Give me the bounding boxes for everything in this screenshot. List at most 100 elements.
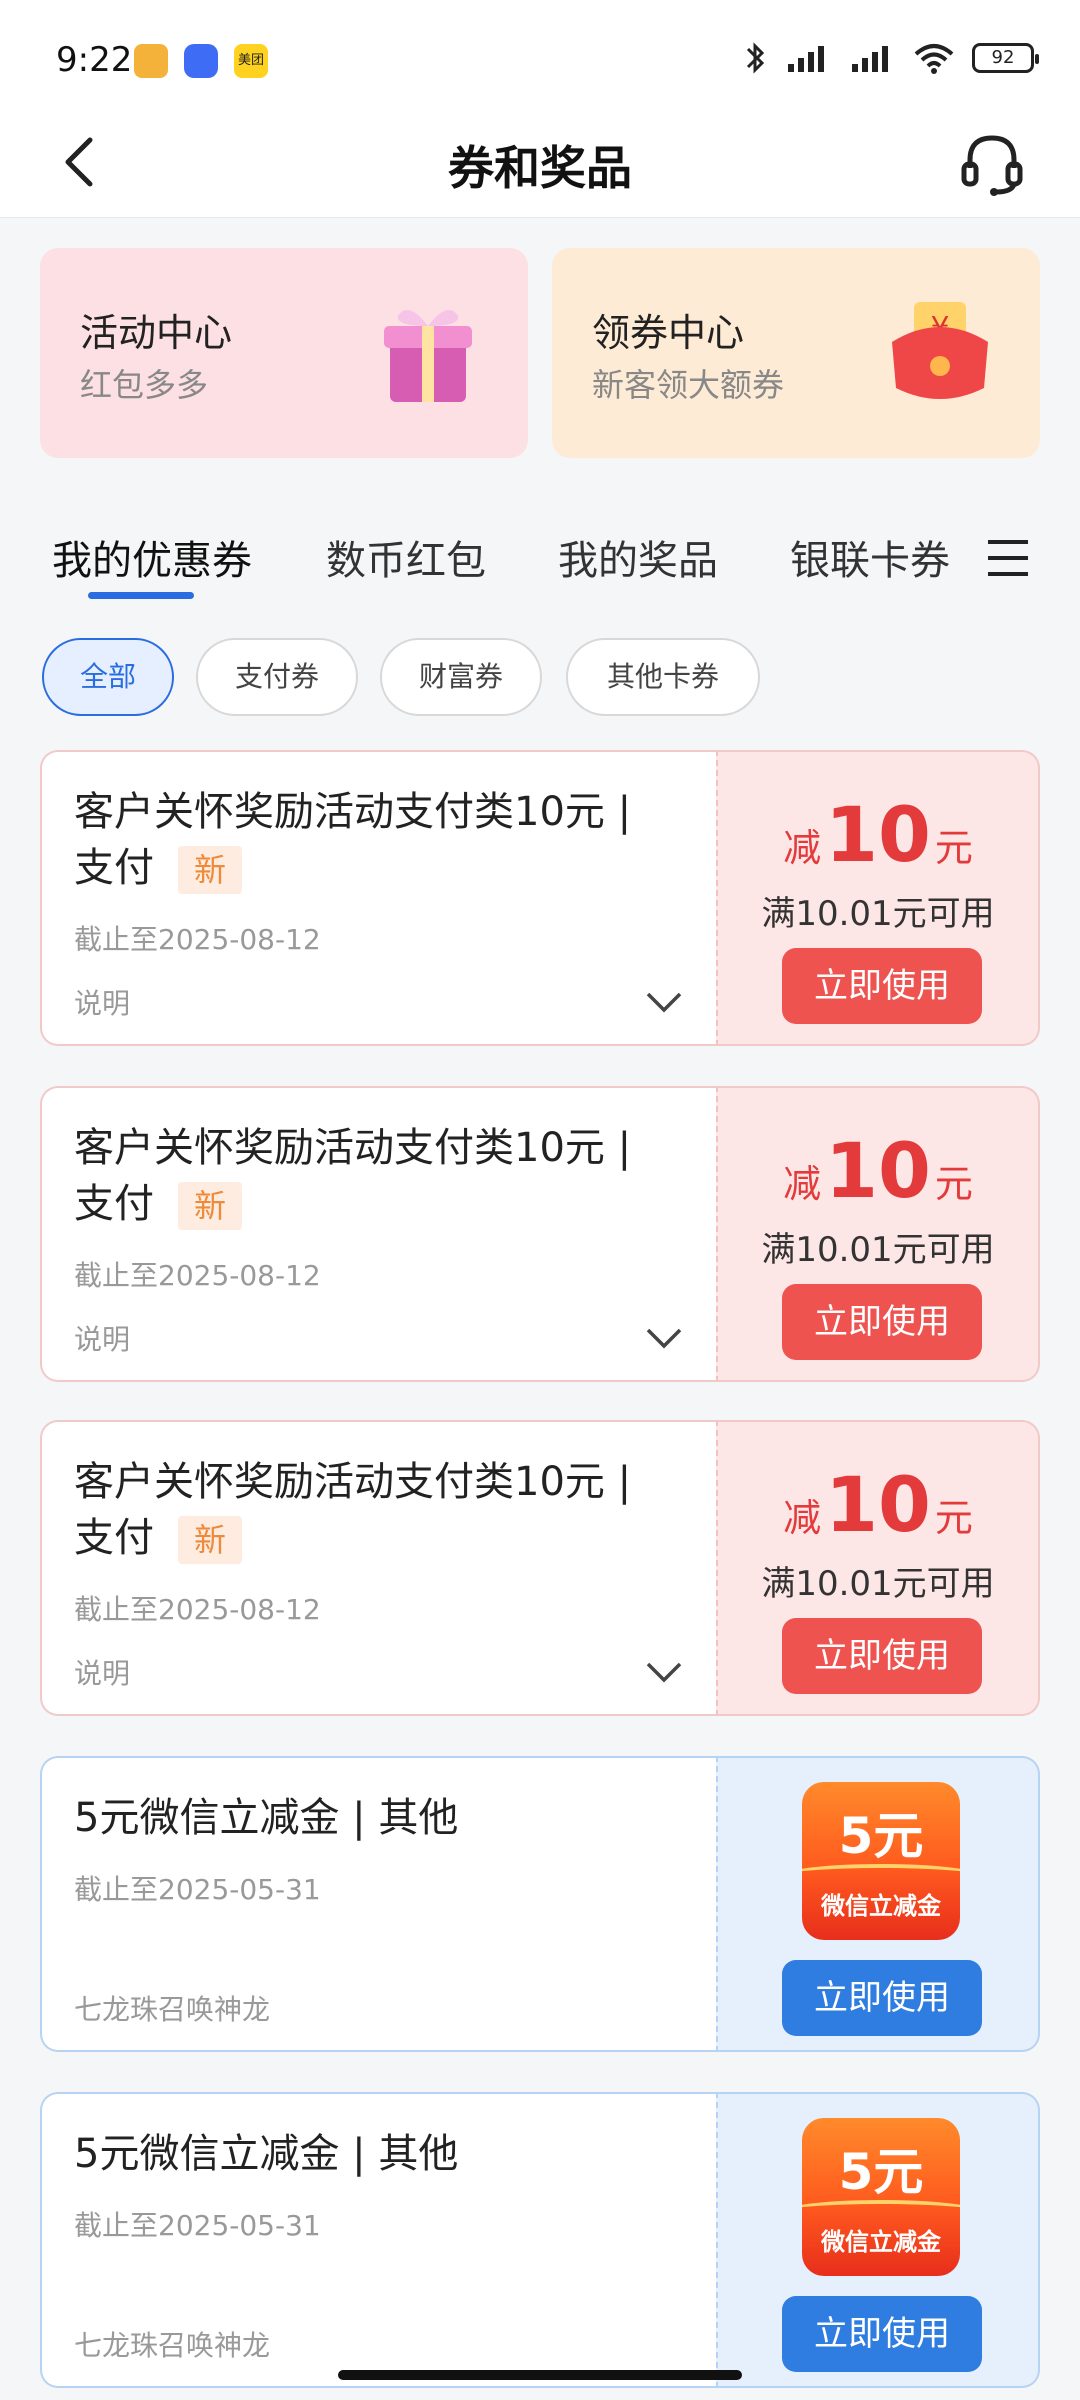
- coupon-card: 5元微信立减金 | 其他 截止至2025-05-31 七龙珠召唤神龙 5元 微信…: [40, 2092, 1040, 2388]
- meituan-app-icon: 美团: [234, 44, 268, 78]
- menu-icon[interactable]: [980, 530, 1036, 586]
- amount-prefix: 减: [783, 1162, 822, 1206]
- bluetooth-icon: [746, 42, 765, 74]
- coupon-amount: 减10 元: [718, 1460, 1038, 1549]
- chat-app-icon: [184, 44, 218, 78]
- wechat-discount-badge: 5元 微信立减金: [802, 2118, 960, 2276]
- use-now-button[interactable]: 立即使用: [782, 1284, 982, 1360]
- coupon-value-panel: 减10 元 满10.01元可用 立即使用: [716, 750, 1040, 1046]
- gift-box-icon: [384, 309, 472, 402]
- signal-icon: [788, 46, 824, 72]
- coupon-center-card[interactable]: 领券中心 新客领大额券 ¥: [552, 248, 1040, 458]
- coupon-description-toggle[interactable]: 说明: [74, 982, 130, 1022]
- use-now-button[interactable]: 立即使用: [782, 1960, 982, 2036]
- amount-unit: 元: [934, 1162, 973, 1206]
- coupon-expiry: 截止至2025-05-31: [74, 2209, 321, 2242]
- coupon-card: 客户关怀奖励活动支付类10元 | 支付新 截止至2025-08-12 说明 减1…: [40, 1420, 1040, 1716]
- activity-center-card[interactable]: 活动中心 红包多多: [40, 248, 528, 458]
- wifi-icon: [914, 44, 954, 74]
- tab-my-prizes[interactable]: 我的奖品: [558, 528, 718, 586]
- category-tabs: 我的优惠券 数币红包 我的奖品 银联卡券: [0, 500, 1080, 610]
- coupon-description: 七龙珠召唤神龙: [74, 2329, 271, 2362]
- coupon-value-panel: 减10 元 满10.01元可用 立即使用: [716, 1086, 1040, 1382]
- coupon-title-text: 客户关怀奖励活动支付类10元 | 支付: [74, 789, 632, 891]
- chevron-down-icon[interactable]: [642, 1650, 686, 1694]
- filter-chip-all[interactable]: 全部: [42, 638, 174, 716]
- amount-prefix: 减: [783, 826, 822, 870]
- coupon-value-panel: 5元 微信立减金 立即使用: [716, 1756, 1040, 2052]
- badge-amount: 5元: [838, 1807, 924, 1865]
- coupon-title: 客户关怀奖励活动支付类10元 | 支付新: [74, 784, 674, 896]
- coupon-condition: 满10.01元可用: [761, 894, 995, 934]
- coupon-title: 5元微信立减金 | 其他: [74, 2131, 459, 2177]
- amount-unit: 元: [934, 826, 973, 870]
- chevron-down-icon[interactable]: [642, 1316, 686, 1360]
- use-now-button[interactable]: 立即使用: [782, 948, 982, 1024]
- amount-prefix: 减: [783, 1496, 822, 1540]
- new-tag: 新: [178, 1182, 243, 1230]
- coupon-title: 5元微信立减金 | 其他: [74, 1795, 459, 1841]
- coupon-card: 客户关怀奖励活动支付类10元 | 支付新 截止至2025-08-12 说明 减1…: [40, 750, 1040, 1046]
- signal-icon-2: [852, 46, 888, 72]
- badge-wave: [802, 1864, 960, 1888]
- tab-digital-red-packet[interactable]: 数币红包: [326, 528, 486, 586]
- coupon-condition: 满10.01元可用: [761, 1564, 995, 1604]
- coupon-center-subtitle: 新客领大额券: [592, 366, 785, 404]
- coupon-expiry: 截止至2025-08-12: [74, 923, 321, 956]
- status-bar: 9:22 美团 92: [0, 0, 1080, 110]
- home-indicator[interactable]: [338, 2370, 742, 2380]
- coupon-expiry: 截止至2025-08-12: [74, 1259, 321, 1292]
- new-tag: 新: [178, 1516, 243, 1564]
- badge-label: 微信立减金: [821, 2228, 941, 2256]
- amount-value: 10: [825, 790, 931, 879]
- activity-center-subtitle: 红包多多: [80, 366, 209, 404]
- page-title: 券和奖品: [448, 141, 632, 195]
- coupon-condition: 满10.01元可用: [761, 1230, 995, 1270]
- coupon-title: 客户关怀奖励活动支付类10元 | 支付新: [74, 1120, 674, 1232]
- coupon-value-panel: 5元 微信立减金 立即使用: [716, 2092, 1040, 2388]
- tab-my-coupons[interactable]: 我的优惠券: [52, 528, 252, 586]
- filter-chip-payment[interactable]: 支付券: [196, 638, 358, 716]
- coupon-info: 客户关怀奖励活动支付类10元 | 支付新 截止至2025-08-12 说明: [40, 1086, 716, 1382]
- active-tab-indicator: [88, 592, 194, 599]
- coupon-amount: 减10 元: [718, 790, 1038, 879]
- header: 券和奖品: [0, 110, 1080, 218]
- coupon-description: 七龙珠召唤神龙: [74, 1993, 271, 2026]
- wechat-discount-badge: 5元 微信立减金: [802, 1782, 960, 1940]
- coupon-value-panel: 减10 元 满10.01元可用 立即使用: [716, 1420, 1040, 1716]
- notes-app-icon: [134, 44, 168, 78]
- badge-label: 微信立减金: [821, 1892, 941, 1920]
- customer-service-icon[interactable]: [956, 128, 1028, 200]
- tab-unionpay-vouchers[interactable]: 银联卡券: [790, 528, 950, 586]
- status-indicators: 92: [744, 38, 1039, 78]
- coupon-expiry: 截止至2025-05-31: [74, 1873, 321, 1906]
- use-now-button[interactable]: 立即使用: [782, 2296, 982, 2372]
- activity-center-title: 活动中心: [80, 311, 233, 355]
- coupon-title: 客户关怀奖励活动支付类10元 | 支付新: [74, 1454, 674, 1566]
- coupon-info: 5元微信立减金 | 其他 截止至2025-05-31 七龙珠召唤神龙: [40, 2092, 716, 2388]
- badge-wave: [802, 2200, 960, 2224]
- coupon-expiry: 截止至2025-08-12: [74, 1593, 321, 1626]
- amount-value: 10: [825, 1126, 931, 1215]
- chevron-down-icon[interactable]: [642, 980, 686, 1024]
- filter-chip-wealth[interactable]: 财富券: [380, 638, 542, 716]
- amount-unit: 元: [934, 1496, 973, 1540]
- coupon-description-toggle[interactable]: 说明: [74, 1318, 130, 1358]
- battery-indicator: 92: [972, 43, 1039, 73]
- coupon-title-text: 客户关怀奖励活动支付类10元 | 支付: [74, 1125, 632, 1227]
- new-tag: 新: [178, 846, 243, 894]
- coupon-title-text: 客户关怀奖励活动支付类10元 | 支付: [74, 1459, 632, 1561]
- red-envelope-icon: ¥: [892, 302, 988, 399]
- coupon-description-toggle[interactable]: 说明: [74, 1652, 130, 1692]
- coupon-amount: 减10 元: [718, 1126, 1038, 1215]
- coupon-center-title: 领券中心: [592, 311, 745, 355]
- coupon-card: 5元微信立减金 | 其他 截止至2025-05-31 七龙珠召唤神龙 5元 微信…: [40, 1756, 1040, 2052]
- coupon-info: 客户关怀奖励活动支付类10元 | 支付新 截止至2025-08-12 说明: [40, 750, 716, 1046]
- filter-chip-other[interactable]: 其他卡券: [566, 638, 760, 716]
- coupon-card: 客户关怀奖励活动支付类10元 | 支付新 截止至2025-08-12 说明 减1…: [40, 1086, 1040, 1382]
- status-time: 9:22: [56, 40, 133, 80]
- use-now-button[interactable]: 立即使用: [782, 1618, 982, 1694]
- badge-amount: 5元: [838, 2143, 924, 2201]
- coupon-info: 客户关怀奖励活动支付类10元 | 支付新 截止至2025-08-12 说明: [40, 1420, 716, 1716]
- amount-value: 10: [825, 1460, 931, 1549]
